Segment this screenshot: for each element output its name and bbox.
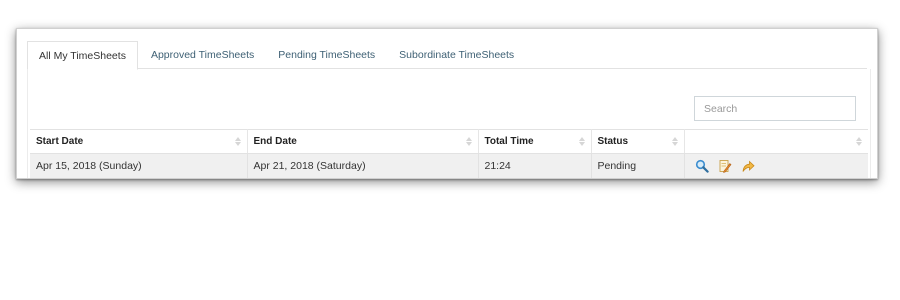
tab-content: Start Date End Date Total Time Status Ap… [27, 69, 871, 178]
submit-icon[interactable] [741, 159, 755, 173]
sort-icon [234, 137, 241, 147]
column-header-status[interactable]: Status [591, 129, 685, 154]
column-header-actions[interactable] [684, 129, 868, 154]
row-actions [691, 159, 863, 173]
tab-approved-timesheets[interactable]: Approved TimeSheets [140, 41, 265, 69]
tab-all-my-timesheets[interactable]: All My TimeSheets [27, 41, 138, 70]
sort-icon [465, 137, 472, 147]
timesheet-tabs: All My TimeSheets Approved TimeSheets Pe… [27, 41, 867, 70]
column-header-end-date[interactable]: End Date [247, 129, 479, 154]
timesheets-panel: All My TimeSheets Approved TimeSheets Pe… [16, 28, 878, 179]
table-header-row: Start Date End Date Total Time Status [30, 129, 868, 154]
sort-icon [856, 137, 862, 147]
cell-start-date: Apr 15, 2018 (Sunday) [30, 153, 248, 178]
table-row[interactable]: Apr 15, 2018 (Sunday) Apr 21, 2018 (Satu… [30, 153, 868, 178]
tab-subordinate-timesheets[interactable]: Subordinate TimeSheets [388, 41, 525, 69]
sort-icon [671, 137, 678, 147]
cell-actions [684, 153, 868, 178]
sort-icon [578, 137, 585, 147]
cell-status: Pending [591, 153, 685, 178]
cell-end-date: Apr 21, 2018 (Saturday) [247, 153, 479, 178]
search-input[interactable] [694, 96, 856, 121]
column-label: Total Time [484, 136, 534, 147]
column-label: Start Date [36, 136, 84, 147]
timesheets-table: Start Date End Date Total Time Status Ap… [30, 129, 868, 178]
column-label: End Date [253, 136, 297, 147]
view-icon[interactable] [695, 159, 709, 173]
tab-pending-timesheets[interactable]: Pending TimeSheets [267, 41, 386, 69]
column-label: Status [597, 136, 629, 147]
cell-total-time: 21:24 [478, 153, 592, 178]
column-header-total-time[interactable]: Total Time [478, 129, 592, 154]
edit-icon[interactable] [718, 159, 732, 173]
column-header-start-date[interactable]: Start Date [30, 129, 248, 154]
